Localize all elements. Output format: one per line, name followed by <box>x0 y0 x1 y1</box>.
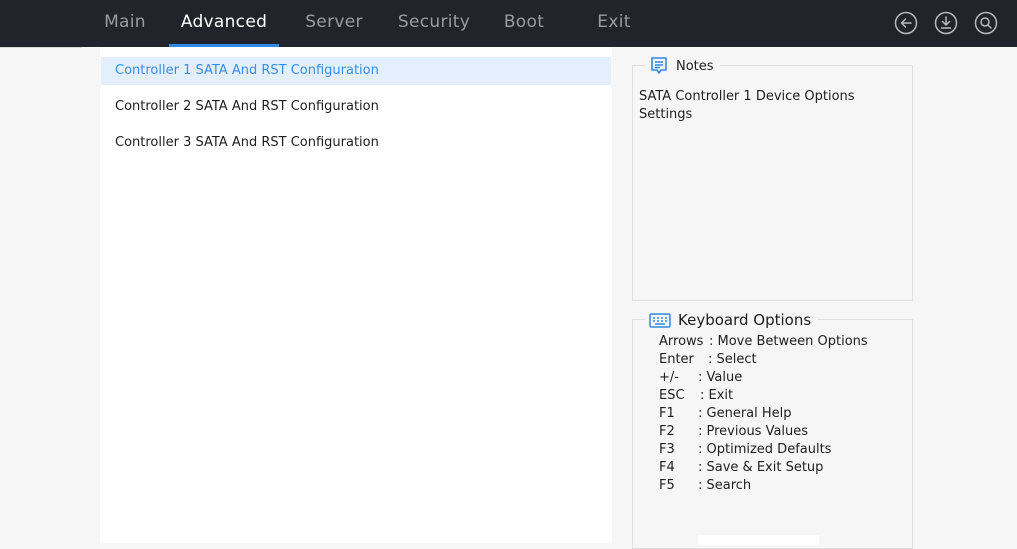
keyboard-options-panel: Keyboard Options Arrows: Move Between Op… <box>632 309 913 549</box>
tab-advanced[interactable]: Advanced <box>169 0 279 47</box>
notes-icon <box>651 57 667 74</box>
menu-item-controller-3[interactable]: Controller 3 SATA And RST Configuration <box>101 129 611 157</box>
menu-item-controller-2[interactable]: Controller 2 SATA And RST Configuration <box>101 93 611 121</box>
divider <box>0 47 82 48</box>
keyboard-row-arrows: Arrows: Move Between Options <box>659 334 868 349</box>
keyboard-row-f3: F3: Optimized Defaults <box>659 442 832 457</box>
keyboard-row-f5: F5: Search <box>659 478 752 493</box>
keyboard-row-value: +/-: Value <box>659 370 743 385</box>
tab-boot[interactable]: Boot <box>496 0 552 47</box>
keyboard-options-header: Keyboard Options <box>645 309 818 331</box>
notes-header: Notes <box>645 55 720 77</box>
keyboard-options-title: Keyboard Options <box>678 311 812 329</box>
back-arrow-icon[interactable] <box>894 11 918 35</box>
keyboard-row-f2: F2: Previous Values <box>659 424 809 439</box>
search-icon[interactable] <box>974 11 998 35</box>
keyboard-row-f1: F1: General Help <box>659 406 792 421</box>
menu-panel: Controller 1 SATA And RST Configuration … <box>100 47 612 543</box>
top-navigation-bar: Main Advanced Server Security Boot Exit <box>0 0 1017 47</box>
tab-main[interactable]: Main <box>96 0 154 47</box>
notes-title: Notes <box>676 58 714 74</box>
tab-security[interactable]: Security <box>392 0 476 47</box>
notes-text: SATA Controller 1 Device Options Setting… <box>639 89 855 122</box>
menu-item-controller-1[interactable]: Controller 1 SATA And RST Configuration <box>101 57 611 85</box>
keyboard-icon <box>649 313 671 328</box>
keyboard-row-enter: Enter: Select <box>659 352 757 367</box>
download-icon[interactable] <box>934 11 958 35</box>
tab-exit[interactable]: Exit <box>588 0 640 47</box>
keyboard-row-f4: F4: Save & Exit Setup <box>659 460 824 475</box>
tab-server[interactable]: Server <box>298 0 370 47</box>
notes-panel: Notes SATA Controller 1 Device Options S… <box>632 55 913 301</box>
bottom-panel-tab <box>698 535 819 545</box>
keyboard-row-esc: ESC: Exit <box>659 388 734 403</box>
